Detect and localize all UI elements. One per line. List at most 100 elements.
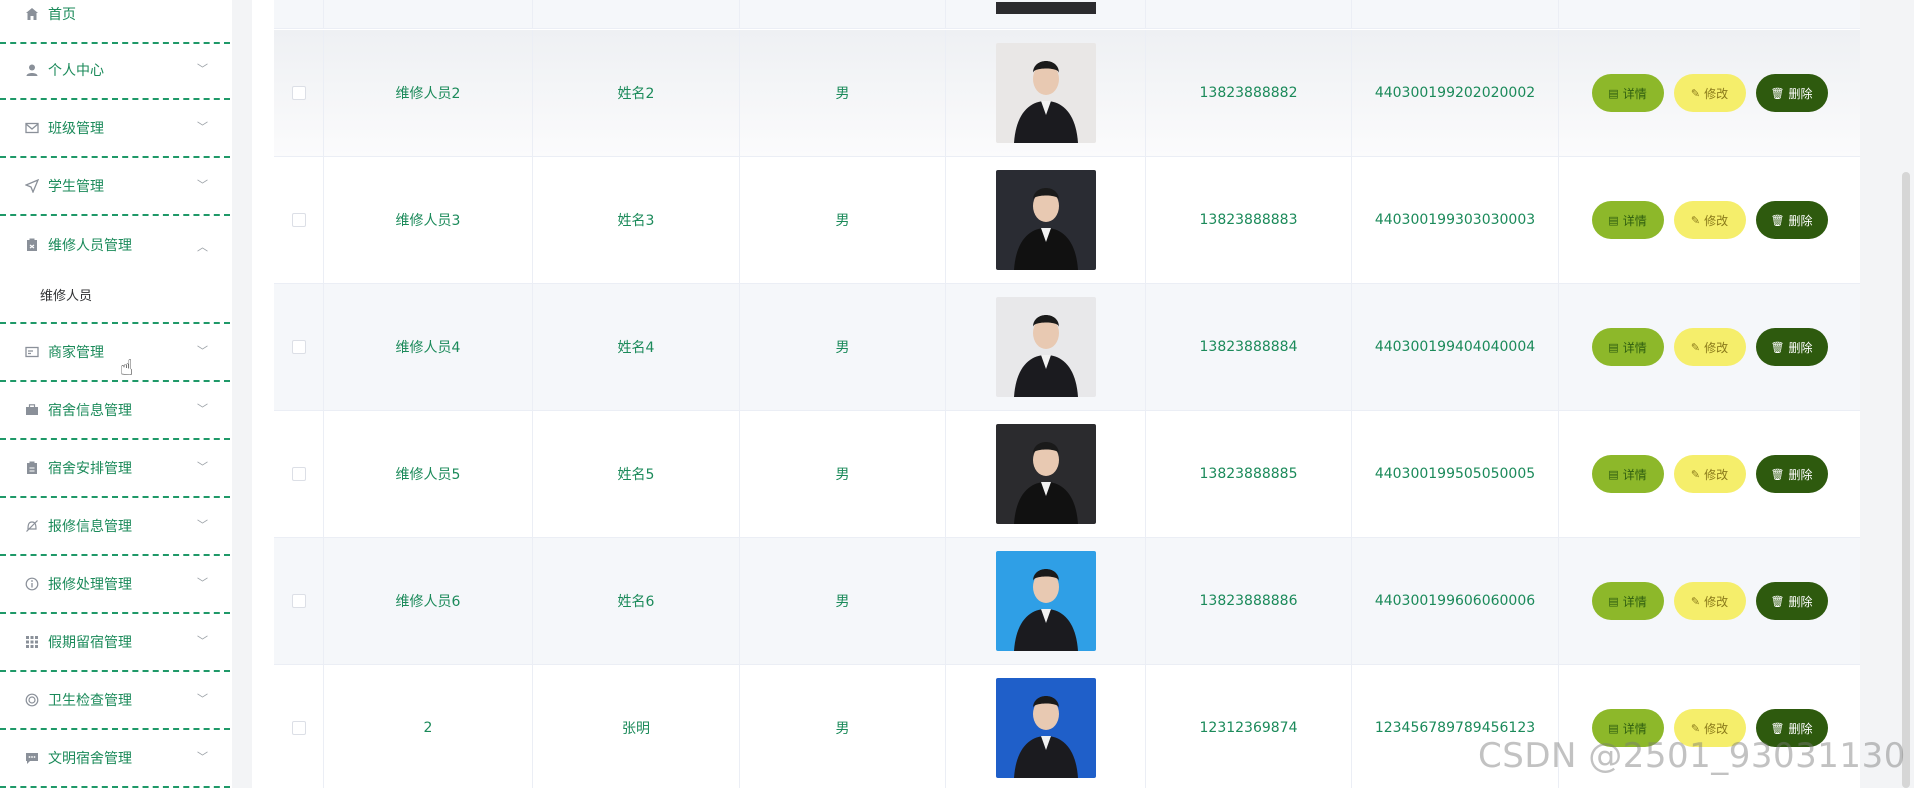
edit-button[interactable]: ✎ 修改 <box>1673 74 1746 112</box>
briefcase-icon <box>24 402 40 418</box>
photo-thumbnail[interactable] <box>995 678 1096 778</box>
info-icon <box>24 576 40 592</box>
document-icon: ▤ <box>1608 467 1619 481</box>
sidebar-item-dorm-arrange[interactable]: 宿舍安排管理 ﹀ <box>0 440 230 498</box>
edit-button[interactable]: ✎ 修改 <box>1673 201 1746 239</box>
sidebar-item-label: 个人中心 <box>48 63 104 79</box>
table-row: 维修人员3 姓名3 男 13823888883 440300199303030003 ▤ 详… <box>274 157 1860 284</box>
photo-thumbnail[interactable] <box>995 551 1096 651</box>
trash-icon: 🗑 <box>1770 467 1785 481</box>
sidebar-item-civilized-dorm[interactable]: 文明宿舍管理 ﹀ <box>0 730 230 788</box>
id-number-cell: 440300199303030003 <box>1352 157 1559 283</box>
sidebar-item-label: 班级管理 <box>48 121 104 137</box>
vertical-scrollbar[interactable] <box>1902 172 1910 788</box>
chevron-down-icon: ﹀ <box>197 344 208 358</box>
delete-button[interactable]: 🗑 删除 <box>1755 455 1828 493</box>
chevron-down-icon: ﹀ <box>197 120 208 134</box>
pencil-icon: ✎ <box>1690 340 1701 354</box>
phone-cell: 13823888884 <box>1146 284 1352 410</box>
actions-cell: ▤ 详情 ✎ 修改 🗑 删除 <box>1559 157 1860 283</box>
account-cell: 维修人员2 <box>324 30 533 156</box>
photo-thumbnail[interactable] <box>995 424 1096 524</box>
gender-cell: 男 <box>740 157 946 283</box>
row-checkbox[interactable] <box>291 340 306 354</box>
sidebar-item-student[interactable]: 学生管理 ﹀ <box>0 158 230 216</box>
sidebar-item-home[interactable]: 首页 <box>0 0 230 44</box>
chevron-down-icon: ﹀ <box>197 178 208 192</box>
sidebar-item-hygiene[interactable]: 卫生检查管理 ﹀ <box>0 672 230 730</box>
detail-label: 详情 <box>1622 467 1647 482</box>
trash-icon: 🗑 <box>1770 213 1785 227</box>
home-icon <box>24 6 40 22</box>
photo-thumbnail[interactable] <box>995 43 1096 143</box>
photo-thumbnail <box>995 2 1096 14</box>
edit-label: 修改 <box>1704 467 1729 482</box>
sidebar-item-label: 卫生检查管理 <box>48 693 132 709</box>
document-icon: ▤ <box>1608 594 1619 608</box>
sidebar-item-merchant[interactable]: 商家管理 ﹀ <box>0 324 230 382</box>
photo-thumbnail[interactable] <box>995 297 1096 397</box>
account-cell: 维修人员4 <box>324 284 533 410</box>
actions-cell: ▤ 详情 ✎ 修改 🗑 删除 <box>1559 30 1860 156</box>
chevron-down-icon: ﹀ <box>197 750 208 764</box>
sidebar-item-label: 宿舍信息管理 <box>48 403 132 419</box>
sidebar-item-repair-process[interactable]: 报修处理管理 ﹀ <box>0 556 230 614</box>
edit-button[interactable]: ✎ 修改 <box>1673 582 1746 620</box>
detail-label: 详情 <box>1622 86 1647 101</box>
trash-icon: 🗑 <box>1770 721 1785 735</box>
table-row: 维修人员6 姓名6 男 13823888886 440300199606060006 ▤ 详… <box>274 538 1860 665</box>
phone-cell: 13823888883 <box>1146 157 1352 283</box>
delete-button[interactable]: 🗑 删除 <box>1755 201 1828 239</box>
sidebar-item-holiday-stay[interactable]: 假期留宿管理 ﹀ <box>0 614 230 672</box>
send-icon <box>24 178 40 194</box>
sidebar-item-dorm-info[interactable]: 宿舍信息管理 ﹀ <box>0 382 230 440</box>
detail-button[interactable]: ▤ 详情 <box>1591 201 1664 239</box>
gender-cell: 男 <box>740 30 946 156</box>
detail-label: 详情 <box>1622 340 1647 355</box>
delete-button[interactable]: 🗑 删除 <box>1755 74 1828 112</box>
card-icon <box>24 344 40 360</box>
row-checkbox[interactable] <box>291 721 306 735</box>
detail-button[interactable]: ▤ 详情 <box>1591 582 1664 620</box>
photo-cell <box>946 665 1146 788</box>
row-checkbox[interactable] <box>291 86 306 100</box>
sidebar-item-label: 报修信息管理 <box>48 519 132 535</box>
edit-button[interactable]: ✎ 修改 <box>1673 455 1746 493</box>
row-select-cell <box>274 665 324 788</box>
edit-label: 修改 <box>1704 721 1729 736</box>
actions-cell: ▤ 详情 ✎ 修改 🗑 删除 <box>1559 284 1860 410</box>
app-page: 首页 个人中心 ﹀ 班级管理 ﹀ 学生管理 ﹀ 维修人员管理 ﹀ 维修人员 商家… <box>0 0 1914 788</box>
delete-label: 删除 <box>1788 86 1813 101</box>
watermark: CSDN @2501_93031130 <box>1478 736 1906 776</box>
pencil-icon: ✎ <box>1690 86 1701 100</box>
trash-icon: 🗑 <box>1770 594 1785 608</box>
delete-label: 删除 <box>1788 594 1813 609</box>
row-checkbox[interactable] <box>291 594 306 608</box>
edit-button[interactable]: ✎ 修改 <box>1673 328 1746 366</box>
detail-button[interactable]: ▤ 详情 <box>1591 328 1664 366</box>
delete-button[interactable]: 🗑 删除 <box>1755 582 1828 620</box>
document-icon: ▤ <box>1608 721 1619 735</box>
clipboard-icon <box>24 460 40 476</box>
sidebar-item-label: 报修处理管理 <box>48 577 132 593</box>
id-number-cell: 440300199404040004 <box>1352 284 1559 410</box>
detail-button[interactable]: ▤ 详情 <box>1591 455 1664 493</box>
account-cell: 维修人员6 <box>324 538 533 664</box>
sidebar-subitem-repairman[interactable]: 维修人员 <box>0 266 230 324</box>
row-checkbox[interactable] <box>291 213 306 227</box>
delete-label: 删除 <box>1788 721 1813 736</box>
photo-thumbnail[interactable] <box>995 170 1096 270</box>
detail-label: 详情 <box>1622 213 1647 228</box>
detail-label: 详情 <box>1622 721 1647 736</box>
document-icon: ▤ <box>1608 340 1619 354</box>
chevron-up-icon: ﹀ <box>197 239 208 253</box>
id-number-cell: 440300199202020002 <box>1352 30 1559 156</box>
sidebar-item-personal-center[interactable]: 个人中心 ﹀ <box>0 42 230 100</box>
table-row: 维修人员2 姓名2 男 13823888882 440300199202020002 ▤ 详… <box>274 30 1860 157</box>
delete-button[interactable]: 🗑 删除 <box>1755 328 1828 366</box>
chevron-down-icon: ﹀ <box>197 634 208 648</box>
detail-button[interactable]: ▤ 详情 <box>1591 74 1664 112</box>
row-checkbox[interactable] <box>291 467 306 481</box>
sidebar-item-class[interactable]: 班级管理 ﹀ <box>0 100 230 158</box>
sidebar-item-repair-info[interactable]: 报修信息管理 ﹀ <box>0 498 230 556</box>
